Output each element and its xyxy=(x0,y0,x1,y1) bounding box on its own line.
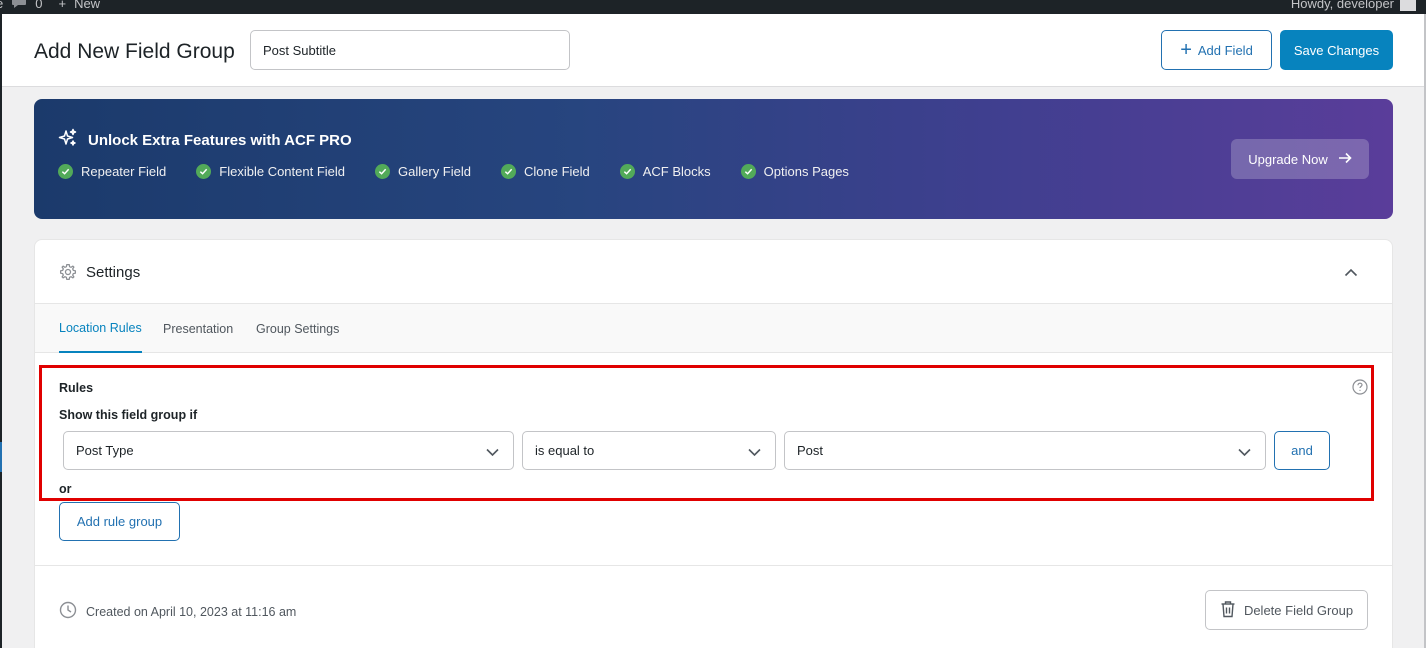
comments-icon[interactable] xyxy=(11,0,27,12)
check-icon xyxy=(500,164,516,179)
upgrade-now-label: Upgrade Now xyxy=(1248,151,1328,167)
admin-bar-greeting[interactable]: Howdy, developer xyxy=(1291,0,1394,11)
promo-feature-label: Flexible Content Field xyxy=(219,164,346,179)
help-icon[interactable] xyxy=(1352,379,1368,400)
rule-param-value: Post Type xyxy=(76,443,134,458)
show-if-label: Show this field group if xyxy=(59,408,198,422)
promo-title-text: Unlock Extra Features with ACF PRO xyxy=(88,131,352,149)
rule-operator-value: is equal to xyxy=(535,443,595,458)
upgrade-now-button[interactable]: Upgrade Now xyxy=(1231,139,1369,179)
delete-field-group-button[interactable]: Delete Field Group xyxy=(1205,590,1368,630)
settings-tabs: Location Rules Presentation Group Settin… xyxy=(35,304,1392,353)
admin-bar-site-fragment[interactable]: e xyxy=(0,0,3,11)
sidebar-indicator xyxy=(0,442,2,472)
arrow-right-icon xyxy=(1338,152,1352,167)
promo-feature: Gallery Field xyxy=(375,164,471,179)
promo-feature-label: Gallery Field xyxy=(398,164,471,179)
delete-field-group-label: Delete Field Group xyxy=(1243,602,1354,618)
check-icon xyxy=(58,164,73,179)
gear-icon xyxy=(59,263,77,286)
promo-feature: Repeater Field xyxy=(58,164,166,179)
created-text: Created on April 10, 2023 at 11:16 am xyxy=(86,604,297,619)
promo-title: Unlock Extra Features with ACF PRO xyxy=(58,128,352,152)
promo-feature: ACF Blocks xyxy=(619,164,711,179)
admin-bar: e 0 + New Howdy, developer xyxy=(0,0,1426,14)
page-title: Add New Field Group xyxy=(34,40,235,63)
or-label: or xyxy=(59,482,72,496)
and-button[interactable]: and xyxy=(1274,431,1330,470)
check-icon xyxy=(196,164,212,179)
clock-icon xyxy=(59,601,77,622)
add-field-label: Add Field xyxy=(1197,42,1253,58)
save-changes-button[interactable]: Save Changes xyxy=(1280,30,1393,70)
sparkles-icon xyxy=(58,128,78,152)
add-rule-group-button[interactable]: Add rule group xyxy=(59,502,180,541)
comments-count[interactable]: 0 xyxy=(35,0,42,11)
avatar[interactable] xyxy=(1400,0,1416,11)
check-icon xyxy=(619,164,635,179)
rule-operator-select[interactable]: is equal to xyxy=(522,431,776,470)
promo-feature-label: Repeater Field xyxy=(81,164,167,179)
chevron-down-icon xyxy=(486,445,499,460)
tab-location-rules[interactable]: Location Rules xyxy=(59,304,142,353)
admin-bar-new[interactable]: New xyxy=(74,0,100,11)
trash-icon xyxy=(1220,600,1236,621)
acf-pro-banner: Unlock Extra Features with ACF PRO Repea… xyxy=(34,99,1393,219)
tab-presentation[interactable]: Presentation xyxy=(163,304,233,353)
promo-feature: Flexible Content Field xyxy=(196,164,345,179)
promo-feature: Options Pages xyxy=(740,164,849,179)
tab-group-settings[interactable]: Group Settings xyxy=(256,304,339,353)
promo-feature-label: ACF Blocks xyxy=(642,164,711,179)
settings-panel: Settings Location Rules Presentation Gro… xyxy=(34,239,1393,648)
promo-feature-label: Options Pages xyxy=(763,164,849,179)
promo-feature: Clone Field xyxy=(500,164,590,179)
field-group-title-input[interactable] xyxy=(250,30,570,70)
check-icon xyxy=(375,164,391,179)
divider xyxy=(35,565,1392,566)
promo-feature-list: Repeater Field Flexible Content Field Ga… xyxy=(58,164,849,179)
chevron-down-icon xyxy=(748,445,761,460)
settings-title: Settings xyxy=(86,264,141,281)
rule-param-select[interactable]: Post Type xyxy=(63,431,514,470)
rule-value-select[interactable]: Post xyxy=(784,431,1266,470)
rules-label: Rules xyxy=(59,381,94,395)
admin-sidebar-edge xyxy=(0,14,2,648)
plus-icon: + xyxy=(1180,39,1192,61)
chevron-up-icon[interactable] xyxy=(1344,264,1358,282)
check-icon xyxy=(740,164,756,179)
promo-feature-label: Clone Field xyxy=(523,164,590,179)
add-field-button[interactable]: + Add Field xyxy=(1161,30,1272,70)
created-info: Created on April 10, 2023 at 11:16 am xyxy=(59,601,296,622)
chevron-down-icon xyxy=(1238,445,1251,460)
page-header: Add New Field Group + Add Field Save Cha… xyxy=(2,14,1424,87)
settings-panel-header[interactable]: Settings xyxy=(35,240,1392,304)
rule-value-value: Post xyxy=(797,443,824,458)
plus-icon: + xyxy=(58,0,67,11)
